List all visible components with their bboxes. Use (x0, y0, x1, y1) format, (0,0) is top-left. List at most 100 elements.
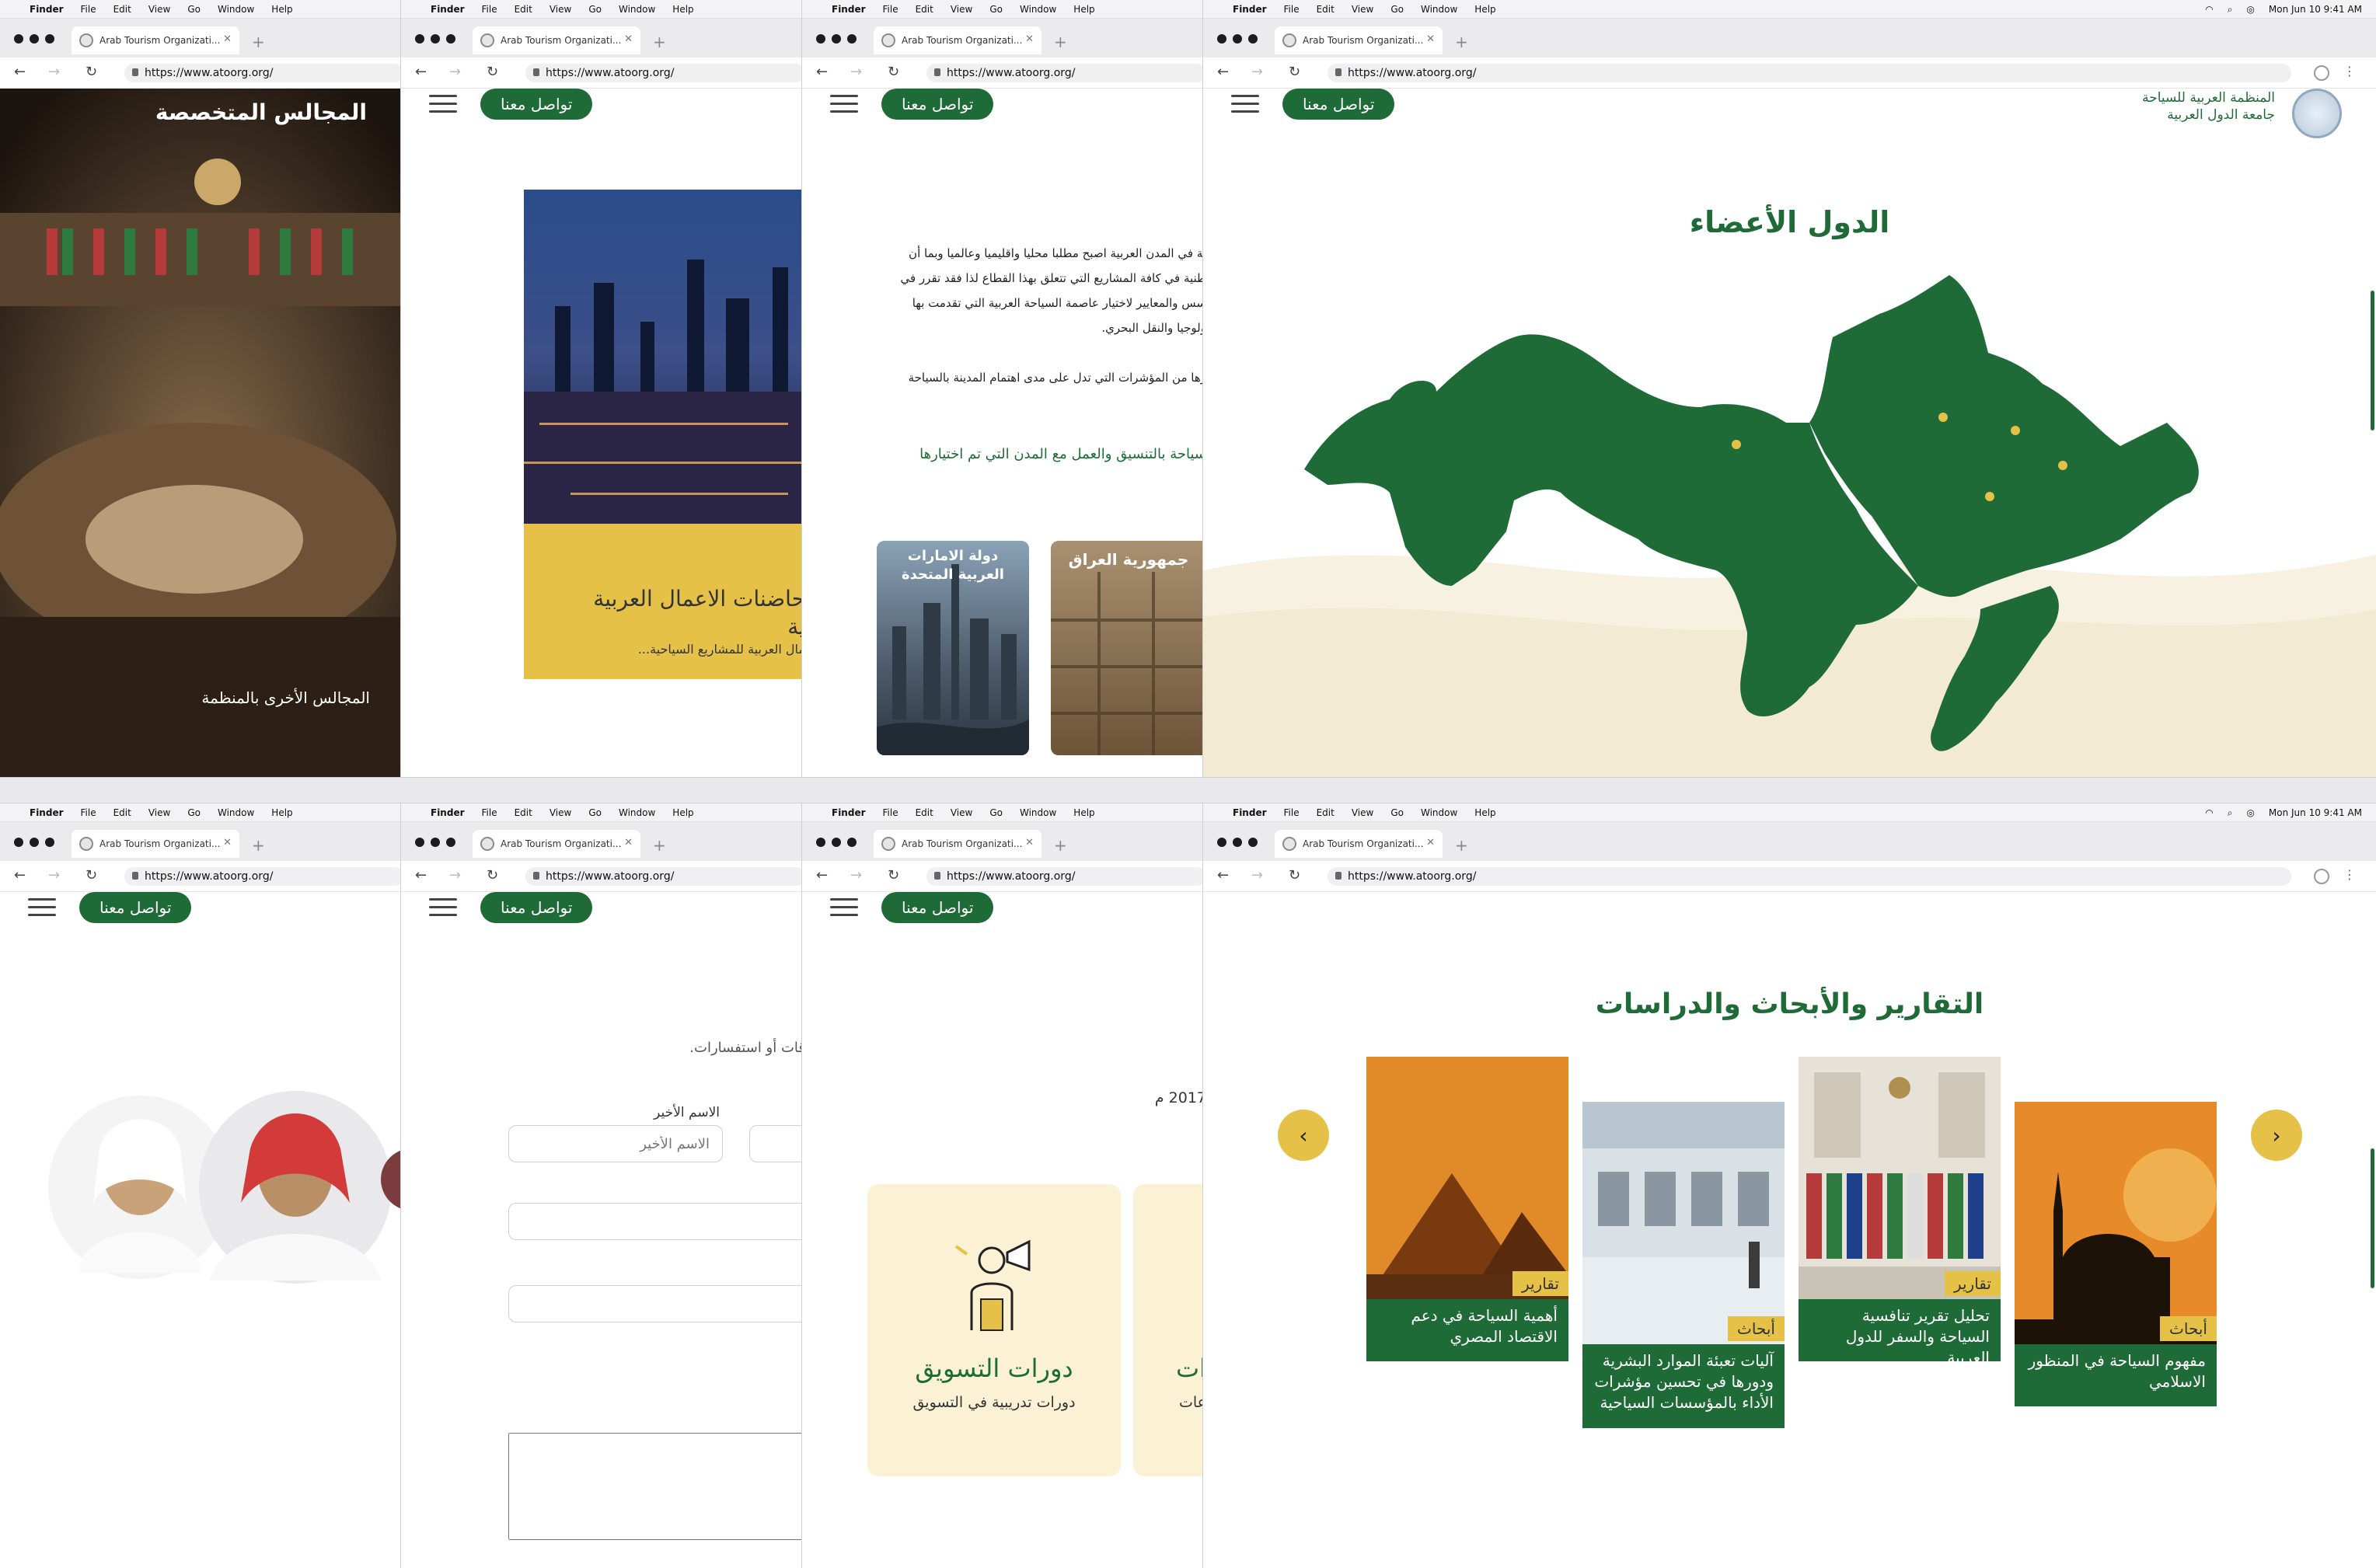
close-tab-icon[interactable]: ✕ (1025, 33, 1034, 45)
back-icon[interactable]: ← (415, 867, 427, 883)
marketing-course-card[interactable]: دورات التسويق دورات تدريبية في التسويق (867, 1184, 1121, 1476)
close-tab-icon[interactable]: ✕ (223, 33, 232, 45)
menu-window[interactable]: Window (218, 807, 254, 818)
menu-go[interactable]: Go (1390, 807, 1404, 818)
menu-file[interactable]: File (883, 807, 898, 818)
close-tab-icon[interactable]: ✕ (624, 837, 633, 848)
new-tab-icon[interactable]: + (252, 836, 265, 855)
address-bar[interactable]: https://www.atoorg.org/ (525, 867, 805, 886)
datetime[interactable]: Mon Jun 10 9:41 AM (2269, 4, 2362, 15)
contact-us-button[interactable]: تواصل معنا (480, 892, 593, 923)
window-controls[interactable] (14, 838, 54, 847)
forward-icon[interactable]: → (1251, 64, 1263, 80)
menu-edit[interactable]: Edit (113, 807, 131, 818)
hamburger-menu-icon[interactable] (1231, 95, 1259, 115)
reload-icon[interactable]: ↻ (888, 867, 899, 883)
menu-window[interactable]: Window (1020, 807, 1056, 818)
menu-file[interactable]: File (482, 4, 497, 15)
reload-icon[interactable]: ↻ (487, 867, 498, 883)
datetime[interactable]: Mon Jun 10 9:41 AM (2269, 807, 2362, 818)
browser-tab[interactable]: Arab Tourism Organizati... ✕ (874, 26, 1041, 54)
browser-tab[interactable]: Arab Tourism Organizati... ✕ (473, 26, 640, 54)
menu-window[interactable]: Window (619, 4, 655, 15)
window-controls[interactable] (1217, 34, 1258, 44)
browser-tab[interactable]: Arab Tourism Organizati... ✕ (1275, 830, 1443, 858)
menu-window[interactable]: Window (1020, 4, 1056, 15)
back-icon[interactable]: ← (816, 867, 828, 883)
control-center-icon[interactable]: ◎ (2246, 4, 2254, 15)
menu-help[interactable]: Help (271, 4, 292, 15)
menu-help[interactable]: Help (672, 807, 693, 818)
menu-window[interactable]: Window (1421, 807, 1457, 818)
menu-go[interactable]: Go (1390, 4, 1404, 15)
menu-go[interactable]: Go (989, 807, 1003, 818)
close-tab-icon[interactable]: ✕ (1426, 837, 1435, 848)
menu-finder[interactable]: Finder (30, 807, 64, 818)
menu-window[interactable]: Window (619, 807, 655, 818)
back-icon[interactable]: ← (14, 64, 26, 80)
forward-icon[interactable]: → (449, 867, 461, 883)
course-card-partial[interactable]: ات عات (1133, 1184, 1206, 1476)
forward-icon[interactable]: → (850, 867, 862, 883)
menu-file[interactable]: File (883, 4, 898, 15)
window-controls[interactable] (415, 838, 455, 847)
menu-finder[interactable]: Finder (832, 4, 866, 15)
menu-help[interactable]: Help (1073, 4, 1094, 15)
city-card-uae[interactable]: دولة الامارات العربية المتحدة (877, 541, 1029, 755)
browser-tab[interactable]: Arab Tourism Organizati... ✕ (72, 830, 239, 858)
address-bar[interactable]: https://www.atoorg.org/ (1328, 867, 2291, 886)
hamburger-menu-icon[interactable] (28, 898, 56, 918)
reload-icon[interactable]: ↻ (1289, 867, 1300, 883)
new-tab-icon[interactable]: + (1054, 33, 1067, 51)
back-icon[interactable]: ← (1217, 867, 1229, 883)
menu-go[interactable]: Go (989, 4, 1003, 15)
menu-go[interactable]: Go (187, 807, 201, 818)
menu-view[interactable]: View (951, 807, 972, 818)
contact-us-button[interactable]: تواصل معنا (881, 89, 994, 120)
forward-icon[interactable]: → (48, 64, 60, 80)
other-councils-caption[interactable]: المجالس الأخرى بالمنظمة (201, 688, 370, 707)
back-icon[interactable]: ← (816, 64, 828, 80)
carousel-prev-button[interactable]: ‹ (1278, 1110, 1329, 1161)
address-bar[interactable]: https://www.atoorg.org/ (926, 867, 1206, 886)
hamburger-menu-icon[interactable] (429, 95, 457, 115)
address-bar[interactable]: https://www.atoorg.org/ (124, 64, 404, 82)
menu-view[interactable]: View (1352, 4, 1373, 15)
menu-help[interactable]: Help (672, 4, 693, 15)
menu-file[interactable]: File (1284, 807, 1300, 818)
menu-finder[interactable]: Finder (30, 4, 64, 15)
forward-icon[interactable]: → (850, 64, 862, 80)
window-controls[interactable] (1217, 838, 1258, 847)
reload-icon[interactable]: ↻ (85, 64, 97, 80)
back-icon[interactable]: ← (415, 64, 427, 80)
window-controls[interactable] (14, 34, 54, 44)
address-bar[interactable]: https://www.atoorg.org/ (124, 867, 404, 886)
menu-finder[interactable]: Finder (1233, 807, 1267, 818)
menu-view[interactable]: View (951, 4, 972, 15)
page-scrollbar[interactable] (2371, 1148, 2374, 1288)
address-bar[interactable]: https://www.atoorg.org/ (1328, 64, 2291, 82)
reload-icon[interactable]: ↻ (888, 64, 899, 80)
new-tab-icon[interactable]: + (252, 33, 265, 51)
profile-icon[interactable] (2314, 65, 2329, 81)
new-tab-icon[interactable]: + (1455, 836, 1468, 855)
new-tab-icon[interactable]: + (653, 836, 666, 855)
last-name-input[interactable] (508, 1125, 723, 1162)
email-input[interactable] (508, 1203, 805, 1240)
menu-edit[interactable]: Edit (1317, 807, 1335, 818)
profile-icon[interactable] (2314, 869, 2329, 884)
menu-go[interactable]: Go (588, 807, 602, 818)
menu-help[interactable]: Help (271, 807, 292, 818)
hamburger-menu-icon[interactable] (830, 95, 858, 115)
address-bar[interactable]: https://www.atoorg.org/ (525, 64, 805, 82)
reload-icon[interactable]: ↻ (85, 867, 97, 883)
back-icon[interactable]: ← (1217, 64, 1229, 80)
menu-edit[interactable]: Edit (113, 4, 131, 15)
close-tab-icon[interactable]: ✕ (624, 33, 633, 45)
menu-help[interactable]: Help (1474, 807, 1495, 818)
hamburger-menu-icon[interactable] (830, 898, 858, 918)
menu-file[interactable]: File (81, 4, 96, 15)
back-icon[interactable]: ← (14, 867, 26, 883)
menu-file[interactable]: File (1284, 4, 1300, 15)
contact-us-button[interactable]: تواصل معنا (480, 89, 593, 120)
